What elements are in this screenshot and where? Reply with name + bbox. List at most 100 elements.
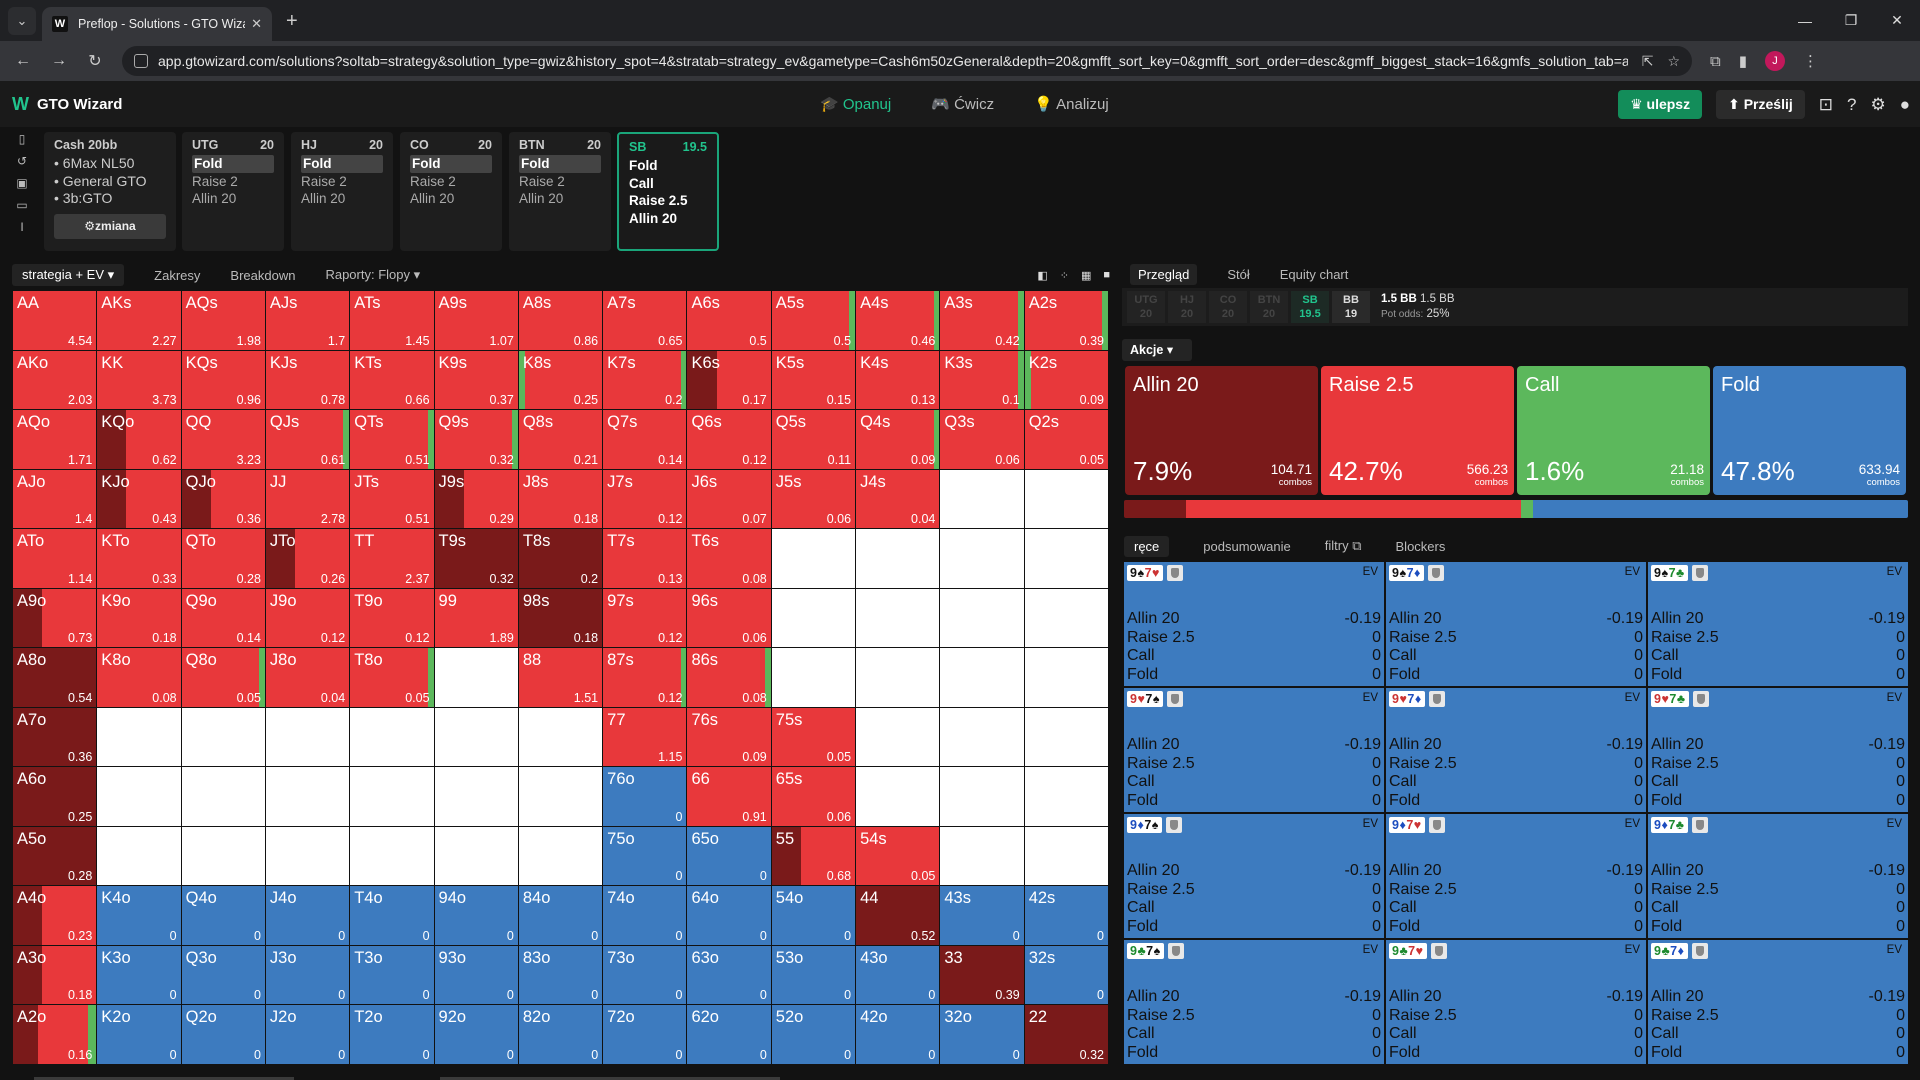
position-action[interactable]: Allin 20 xyxy=(192,190,274,208)
reload-icon[interactable]: ↻ xyxy=(82,51,108,71)
combo-cell[interactable]: 9♥7♦ EV Allin 20 -0.19 Raise 2.5 0 Call 0 Fold 0 xyxy=(1386,688,1646,812)
matrix-cell[interactable]: T9s 0.32 xyxy=(434,529,518,588)
position-card-hj[interactable]: HJ 20 Fold Raise 2 Allin 20 xyxy=(291,132,393,251)
matrix-cell[interactable]: QTs 0.51 xyxy=(350,410,434,469)
blocker-shield-icon[interactable] xyxy=(1166,691,1183,707)
matrix-cell[interactable]: J7s 0.12 xyxy=(603,469,687,529)
matrix-cell[interactable]: 53o 0 xyxy=(771,945,856,1005)
position-action[interactable]: Raise 2 xyxy=(519,173,601,191)
matrix-cell[interactable]: 44 0.52 xyxy=(856,886,940,945)
matrix-cell[interactable]: 66 0.91 xyxy=(687,767,771,826)
matrix-cell[interactable]: T7s 0.13 xyxy=(603,529,687,588)
grid-view-icon[interactable]: ▦ xyxy=(1081,269,1091,282)
matrix-cell[interactable]: J6s 0.07 xyxy=(687,469,771,529)
matrix-cell[interactable]: A3s 0.42 xyxy=(940,291,1024,350)
matrix-cell[interactable]: 94o 0 xyxy=(434,886,518,945)
extensions-icon[interactable]: ⧉ xyxy=(1710,53,1721,70)
matrix-cell[interactable]: K5s 0.15 xyxy=(771,350,856,410)
blocker-shield-icon[interactable] xyxy=(1427,565,1444,581)
matrix-cell[interactable]: K4s 0.13 xyxy=(856,350,940,410)
position-action[interactable]: Raise 2 xyxy=(192,173,274,191)
matrix-cell[interactable]: 74o 0 xyxy=(603,886,687,945)
help-icon[interactable]: ? xyxy=(1847,95,1856,115)
position-card-co[interactable]: CO 20 Fold Raise 2 Allin 20 xyxy=(400,132,502,251)
matrix-cell[interactable]: A7o 0.36 xyxy=(13,707,97,767)
tab-equity-chart[interactable]: Equity chart xyxy=(1280,267,1349,282)
matrix-cell[interactable]: Q8s 0.21 xyxy=(518,410,603,469)
matrix-cell[interactable]: 75s 0.05 xyxy=(771,707,856,767)
matrix-cell[interactable]: 82o 0 xyxy=(518,1005,603,1064)
matrix-cell[interactable]: T2o 0 xyxy=(350,1005,434,1064)
matrix-cell[interactable]: 54o 0 xyxy=(771,886,856,945)
matrix-cell[interactable]: Q2o 0 xyxy=(181,1005,265,1064)
matrix-cell[interactable]: 87s 0.12 xyxy=(603,648,687,707)
matrix-cell[interactable]: 54s 0.05 xyxy=(856,826,940,886)
save-icon[interactable]: ▣ xyxy=(16,176,27,190)
matrix-cell[interactable]: A8s 0.86 xyxy=(518,291,603,350)
install-app-icon[interactable]: ⇱ xyxy=(1642,53,1654,70)
combo-cell[interactable]: 9♦7♣ EV Allin 20 -0.19 Raise 2.5 0 Call 0 Fold 0 xyxy=(1648,814,1908,938)
view-mode-select[interactable]: strategia + EV ▾ xyxy=(12,264,125,286)
matrix-cell[interactable]: 52o 0 xyxy=(771,1005,856,1064)
matrix-cell[interactable]: T4o 0 xyxy=(350,886,434,945)
matrix-cell[interactable]: J4s 0.04 xyxy=(856,469,940,529)
matrix-cell[interactable]: J4o 0 xyxy=(265,886,350,945)
blocker-shield-icon[interactable] xyxy=(1691,817,1708,833)
position-action[interactable]: Call xyxy=(629,175,707,193)
matrix-cell[interactable]: K2o 0 xyxy=(97,1005,181,1064)
matrix-cell[interactable]: QTo 0.28 xyxy=(181,529,265,588)
matrix-cell[interactable]: 97s 0.12 xyxy=(603,588,687,648)
text-cursor-icon[interactable]: I xyxy=(20,220,23,234)
matrix-cell[interactable]: A5s 0.5 xyxy=(771,291,856,350)
matrix-cell[interactable]: 33 0.39 xyxy=(940,945,1024,1005)
combo-cell[interactable]: 9♠7♣ EV Allin 20 -0.19 Raise 2.5 0 Call 0 Fold 0 xyxy=(1648,562,1908,686)
matrix-cell[interactable]: KJs 0.78 xyxy=(265,350,350,410)
matrix-cell[interactable]: QQ 3.23 xyxy=(181,410,265,469)
matrix-cell[interactable]: T9o 0.12 xyxy=(350,588,434,648)
matrix-cell[interactable]: QJs 0.61 xyxy=(265,410,350,469)
blocker-shield-icon[interactable] xyxy=(1166,565,1183,581)
browser-tab[interactable]: W Preflop - Solutions - GTO Wizard ✕ xyxy=(42,7,272,41)
position-action[interactable]: Fold xyxy=(192,155,274,173)
upgrade-button[interactable]: ♛ ulepsz xyxy=(1618,90,1703,119)
matrix-cell[interactable]: J5s 0.06 xyxy=(771,469,856,529)
matrix-cell[interactable]: K9o 0.18 xyxy=(97,588,181,648)
matrix-cell[interactable]: JTo 0.26 xyxy=(265,529,350,588)
matrix-cell[interactable]: TT 2.37 xyxy=(350,529,434,588)
matrix-cell[interactable]: Q4s 0.09 xyxy=(856,410,940,469)
combo-cell[interactable]: 9♥7♠ EV Allin 20 -0.19 Raise 2.5 0 Call 0 Fold 0 xyxy=(1124,688,1384,812)
matrix-cell[interactable]: T6s 0.08 xyxy=(687,529,771,588)
position-action[interactable]: Fold xyxy=(519,155,601,173)
position-chip-btn[interactable]: BTN 20 xyxy=(1250,291,1288,323)
position-chip-co[interactable]: CO 20 xyxy=(1209,291,1247,323)
new-tab-icon[interactable]: + xyxy=(286,10,298,33)
matrix-cell[interactable]: K8o 0.08 xyxy=(97,648,181,707)
matrix-cell[interactable]: Q5s 0.11 xyxy=(771,410,856,469)
browser-menu-icon[interactable]: ⋮ xyxy=(1803,52,1818,70)
matrix-cell[interactable]: 99 1.89 xyxy=(434,588,518,648)
matrix-cell[interactable]: 43o 0 xyxy=(856,945,940,1005)
matrix-cell[interactable]: 64o 0 xyxy=(687,886,771,945)
action-box-call[interactable]: Call 1.6% 21.18 combos xyxy=(1517,366,1710,495)
matrix-cell[interactable]: 65o 0 xyxy=(687,826,771,886)
compact-view-icon[interactable]: ⁘ xyxy=(1060,269,1069,282)
position-chip-utg[interactable]: UTG 20 xyxy=(1127,291,1165,323)
combo-cell[interactable]: 9♦7♠ EV Allin 20 -0.19 Raise 2.5 0 Call 0 Fold 0 xyxy=(1124,814,1384,938)
matrix-cell[interactable]: JJ 2.78 xyxy=(265,469,350,529)
matrix-cell[interactable]: Q4o 0 xyxy=(181,886,265,945)
change-settings-button[interactable]: ⚙ zmiana xyxy=(54,213,166,239)
matrix-cell[interactable]: 42s 0 xyxy=(1024,886,1108,945)
position-action[interactable]: Fold xyxy=(629,157,707,175)
matrix-cell[interactable]: 96s 0.06 xyxy=(687,588,771,648)
matrix-cell[interactable]: J2o 0 xyxy=(265,1005,350,1064)
position-action[interactable]: Raise 2 xyxy=(301,173,383,191)
matrix-cell[interactable]: T3o 0 xyxy=(350,945,434,1005)
single-view-icon[interactable]: ■ xyxy=(1103,269,1110,282)
matrix-cell[interactable]: K8s 0.25 xyxy=(518,350,603,410)
position-chip-sb[interactable]: SB 19.5 xyxy=(1291,291,1329,323)
matrix-cell[interactable]: 22 0.32 xyxy=(1024,1005,1108,1064)
gamepad-icon[interactable]: ▭ xyxy=(16,198,27,212)
close-tab-icon[interactable]: ✕ xyxy=(251,16,262,32)
bookmark-star-icon[interactable]: ☆ xyxy=(1667,53,1680,70)
tab-table[interactable]: Stół xyxy=(1227,267,1249,282)
